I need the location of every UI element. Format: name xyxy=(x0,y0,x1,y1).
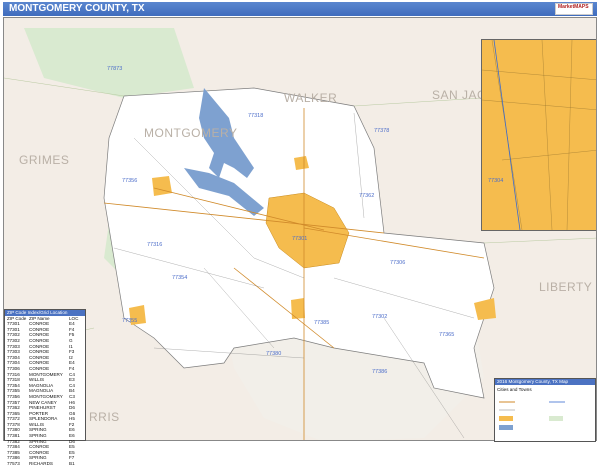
zip-label: 77304 xyxy=(488,178,504,184)
zip-label: 77362 xyxy=(359,193,375,199)
county-label-walker: WALKER xyxy=(284,91,338,105)
county-label-harris: RRIS xyxy=(89,410,120,424)
county-label-montgomery: MONTGOMERY xyxy=(144,126,238,140)
zip-code-index: ZIP Code Index/Grid Location ZIP Code ZI… xyxy=(4,309,86,466)
legend-symbols xyxy=(499,401,565,430)
map-legend: 2016 Montgomery County, TX Map Cities an… xyxy=(494,378,596,442)
inset-map[interactable]: 77304 xyxy=(481,39,596,231)
zip-label: 77354 xyxy=(172,275,188,281)
zip-label: 77301 xyxy=(292,236,308,242)
zip-label: 77302 xyxy=(372,314,388,320)
zip-label: 77385 xyxy=(314,320,330,326)
zip-label: 77386 xyxy=(372,369,388,375)
zip-label: 77378 xyxy=(374,128,390,134)
index-loc: B1 xyxy=(69,461,75,467)
zip-label: 77873 xyxy=(107,66,123,72)
legend-title: Cities and Towns xyxy=(497,387,532,392)
zip-label: 77355 xyxy=(122,318,138,324)
montgomery-city xyxy=(152,176,172,196)
map-title: MONTGOMERY COUNTY, TX xyxy=(9,3,145,14)
title-bar: MONTGOMERY COUNTY, TX MarketMAPS xyxy=(3,2,597,16)
zip-label: 77365 xyxy=(439,332,455,338)
index-zip: 77573 xyxy=(7,461,20,467)
index-name: RICHARDS xyxy=(29,461,53,467)
index-row: 77573 RICHARDS B1 xyxy=(5,461,85,467)
publisher-logo: MarketMAPS xyxy=(555,3,593,15)
index-rows: 77301 CONROE E4 77301 CONROE F4 77302 CONROE F5 7… xyxy=(5,321,85,466)
zip-label: 77316 xyxy=(147,242,163,248)
zip-label: 77380 xyxy=(266,351,282,357)
county-label-san-jacinto: SAN JAC xyxy=(432,88,487,102)
zip-label: 77318 xyxy=(248,113,264,119)
zip-label: 77306 xyxy=(390,260,406,266)
county-label-grimes: GRIMES xyxy=(19,153,70,167)
oak-ridge-city xyxy=(291,298,305,319)
zip-label: 77356 xyxy=(122,178,138,184)
county-label-liberty: LIBERTY xyxy=(539,280,593,294)
